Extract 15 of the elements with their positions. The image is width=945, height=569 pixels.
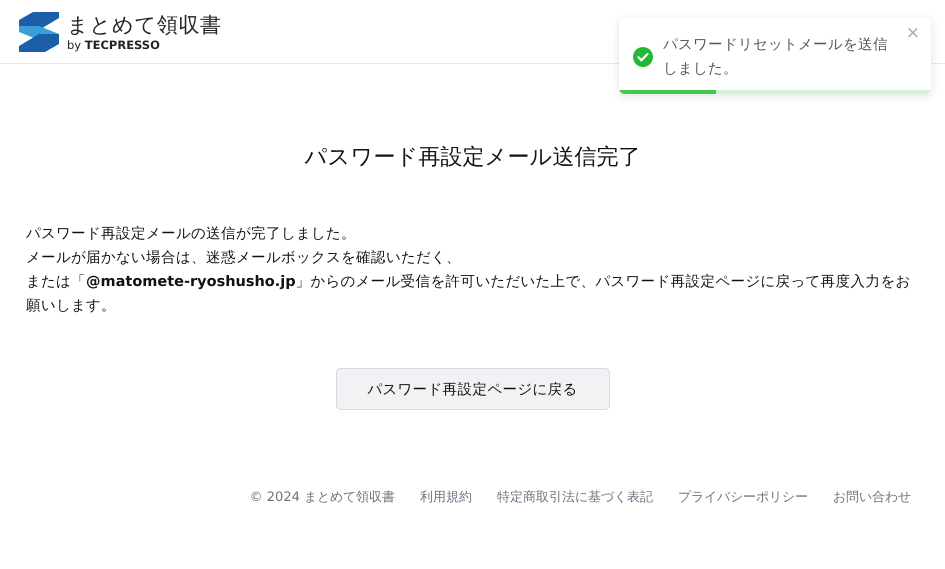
footer-link[interactable]: 特定商取引法に基づく表記 — [497, 488, 653, 506]
footer-link[interactable]: お問い合わせ — [833, 488, 911, 506]
page-title: パスワード再設定メール送信完了 — [304, 144, 642, 172]
back-button[interactable]: パスワード再設定ページに戻る — [336, 368, 610, 410]
brand-byline: by TECPRESSO — [67, 38, 161, 52]
footer-link[interactable]: プライバシーポリシー — [678, 488, 808, 506]
copyright-text: © 2024 まとめて領収書 — [250, 489, 395, 506]
logo-icon — [19, 12, 59, 52]
message-text: パスワード再設定メールの送信が完了しました。 — [26, 224, 357, 244]
message-text: メールが届かない場合は、迷惑メールボックスを確認いただく、 — [26, 249, 462, 268]
toast-message: パスワードリセットメールを送信しました。 — [663, 36, 889, 79]
check-icon — [633, 47, 653, 67]
brand-name: まとめて領収書 — [67, 12, 222, 38]
message-text: または「@matomete-ryoshusho.jp」からのメール受信を許可いただいた上で、パスワード再設定ページに戻って再度入力をお願いします。 — [26, 272, 912, 316]
footer-link[interactable]: 利用規約 — [420, 488, 472, 506]
